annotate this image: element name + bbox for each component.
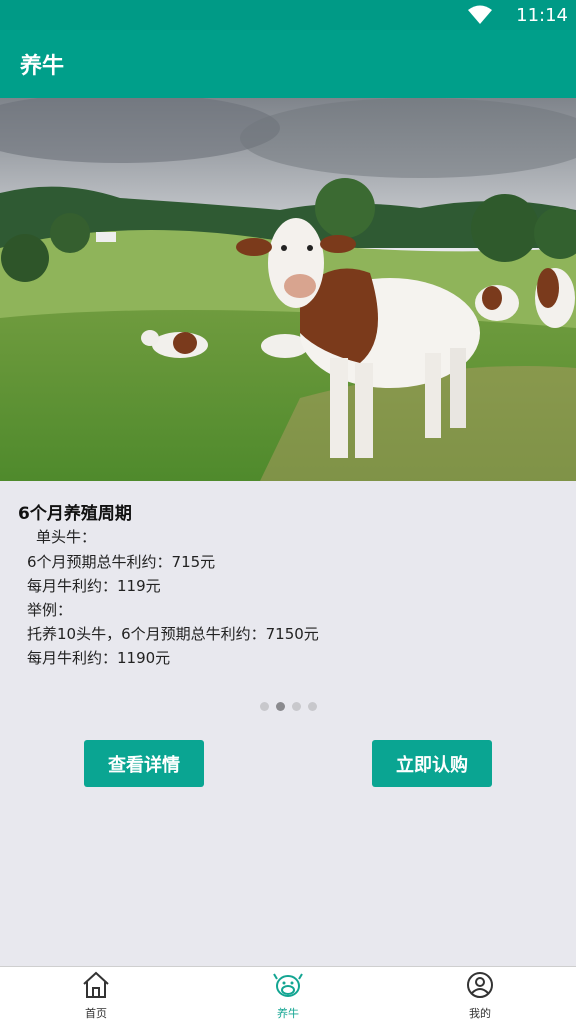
- carousel-dot[interactable]: [292, 702, 301, 711]
- example-label: 举例：: [27, 601, 73, 619]
- single-cow-label: 单头牛：: [36, 528, 97, 546]
- hero-image: [0, 98, 576, 481]
- home-icon: [81, 971, 111, 1003]
- tab-mine[interactable]: 我的: [420, 971, 540, 1021]
- status-bar: 11:14: [0, 0, 576, 30]
- plan-details: 6个月养殖周期 单头牛： 6个月预期总牛利约：715元 每月牛利约：119元 举…: [0, 481, 576, 966]
- wifi-icon: [468, 5, 492, 29]
- carousel-dot-active[interactable]: [276, 702, 285, 711]
- example-monthly-profit: 每月牛利约：1190元: [27, 649, 171, 667]
- bottom-nav: 首页 养牛 我的: [0, 966, 576, 1025]
- carousel-indicator: [260, 696, 324, 715]
- plan-heading: 6个月养殖周期: [18, 504, 132, 524]
- view-details-button[interactable]: 查看详情: [84, 740, 204, 787]
- tab-cow[interactable]: 养牛: [228, 971, 348, 1021]
- tab-home[interactable]: 首页: [36, 971, 156, 1021]
- subscribe-button[interactable]: 立即认购: [372, 740, 492, 787]
- single-cow-total-profit: 6个月预期总牛利约：715元: [27, 553, 216, 571]
- tab-home-label: 首页: [85, 1007, 107, 1020]
- example-total-profit: 托养10头牛，6个月预期总牛利约：7150元: [27, 625, 319, 643]
- carousel-dot[interactable]: [308, 702, 317, 711]
- cow-icon: [273, 973, 303, 1003]
- app-bar: 养牛: [0, 30, 576, 98]
- carousel-dot[interactable]: [260, 702, 269, 711]
- single-cow-monthly-profit: 每月牛利约：119元: [27, 577, 161, 595]
- status-time: 11:14: [516, 5, 568, 26]
- tab-mine-label: 我的: [469, 1007, 491, 1020]
- page-title: 养牛: [20, 54, 65, 79]
- tab-cow-label: 养牛: [277, 1007, 299, 1020]
- user-icon: [465, 972, 495, 1003]
